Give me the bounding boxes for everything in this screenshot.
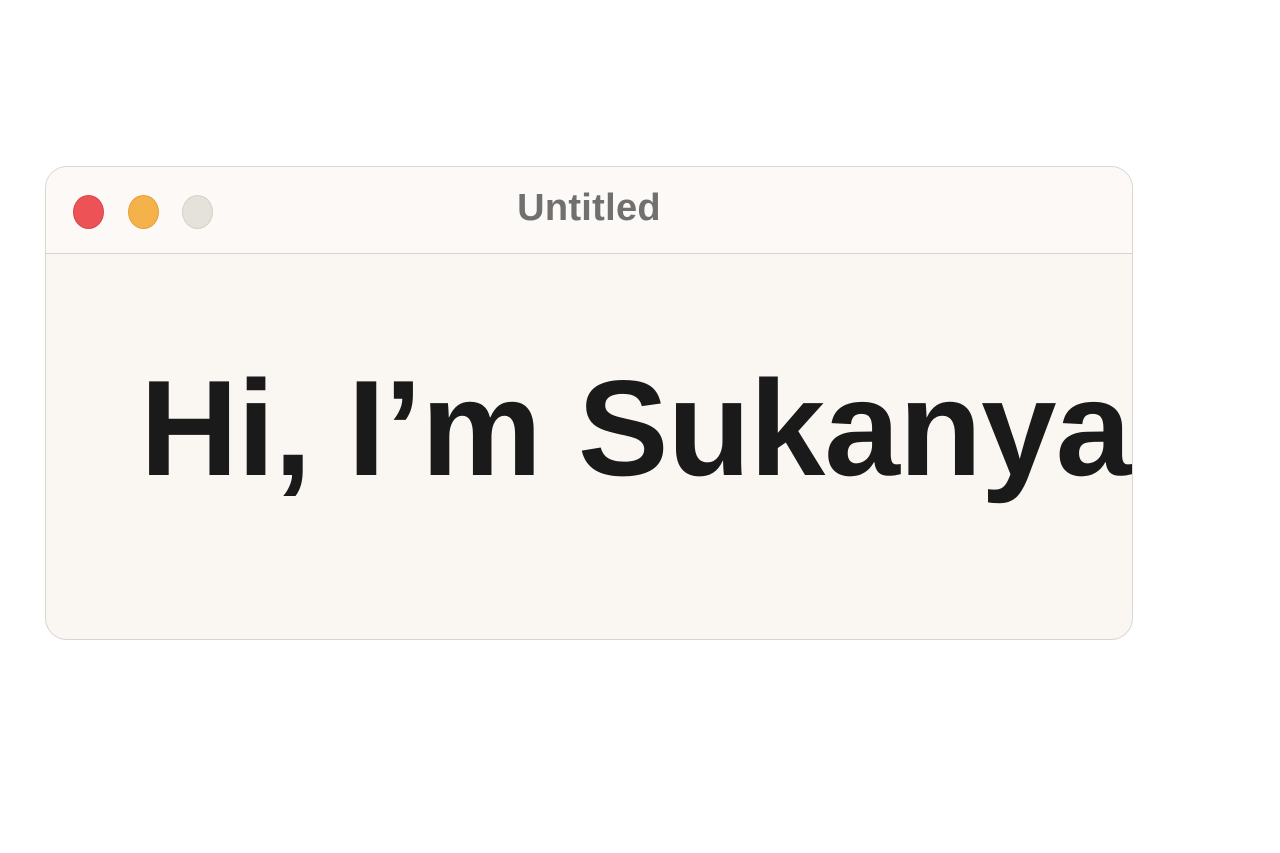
- app-window: Untitled Hi, I’m Sukanya!: [45, 166, 1133, 640]
- window-title: Untitled: [517, 187, 661, 229]
- headline-text[interactable]: Hi, I’m Sukanya!: [140, 353, 1132, 504]
- title-bar[interactable]: Untitled: [46, 167, 1132, 254]
- document-content[interactable]: Hi, I’m Sukanya!: [46, 254, 1132, 639]
